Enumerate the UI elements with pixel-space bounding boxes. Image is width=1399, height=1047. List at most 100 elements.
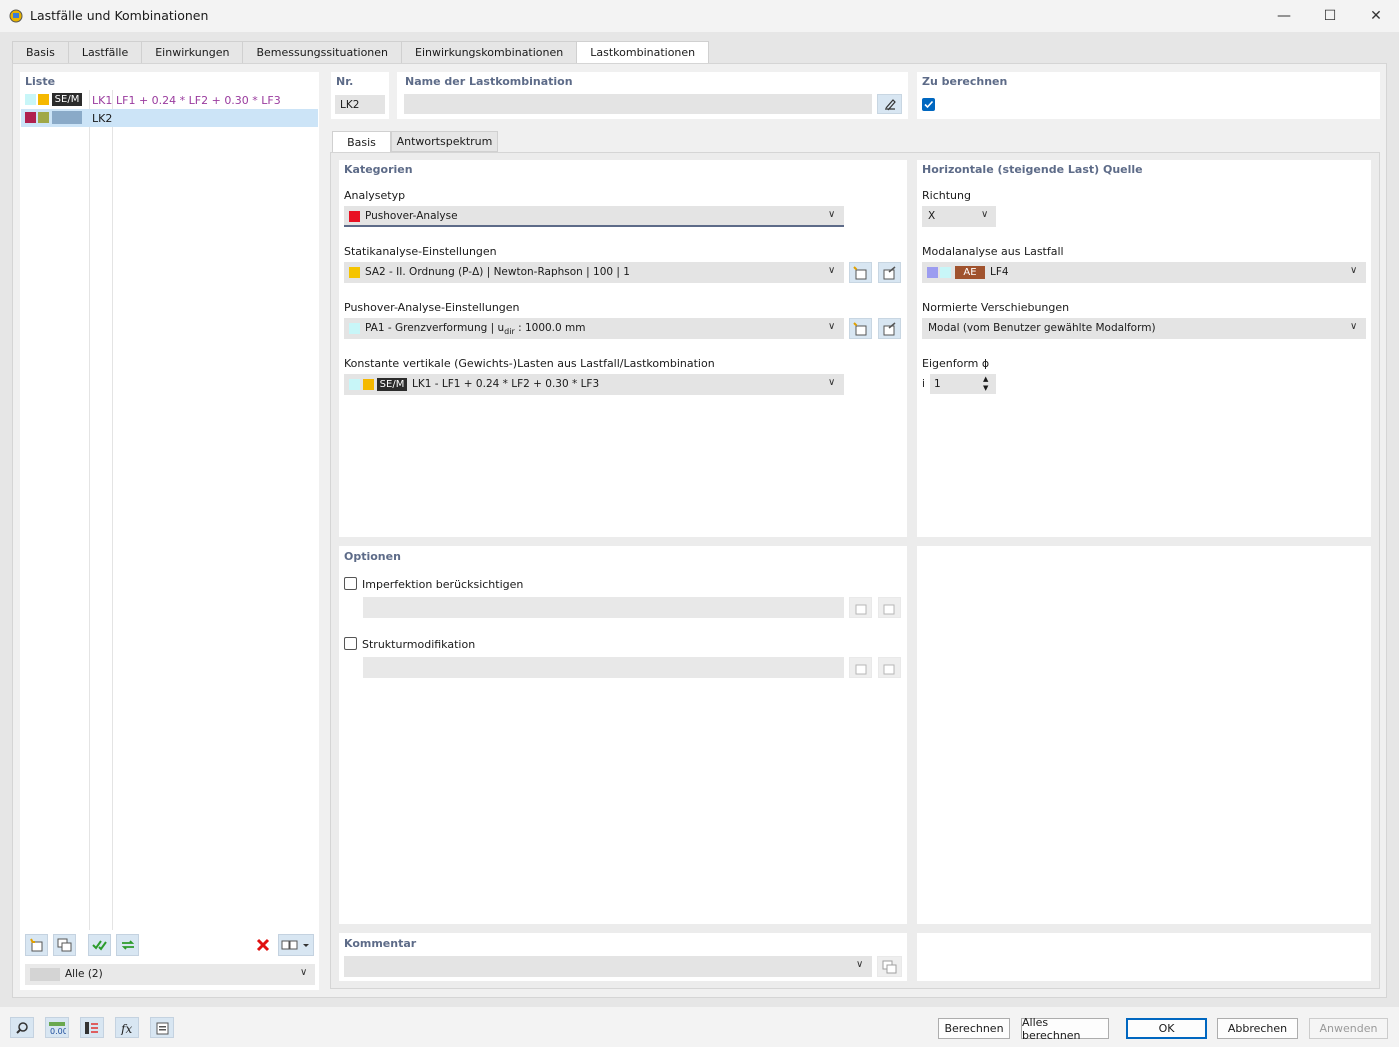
chevron-down-icon: ∨: [981, 209, 989, 220]
category-tag: [52, 111, 82, 124]
category-tag: AE: [955, 266, 985, 279]
color-swatch: [940, 267, 951, 278]
color-swatch: [25, 94, 36, 105]
list-item-selected[interactable]: LK2: [21, 109, 318, 127]
norm-select[interactable]: Modal (vom Benutzer gewählte Modalform) …: [922, 318, 1366, 339]
calc-label: Zu berechnen: [922, 75, 1008, 88]
delete-icon[interactable]: [251, 934, 274, 956]
kommentar-label: Kommentar: [344, 937, 417, 950]
imperfektion-checkbox[interactable]: [344, 577, 357, 590]
category-tag: SE/M: [377, 378, 407, 391]
chevron-down-icon: ∨: [1350, 321, 1358, 332]
color-swatch: [349, 211, 360, 222]
list-item[interactable]: SE/M LK1 LF1 + 0.24 * LF2 + 0.30 * LF3: [21, 91, 318, 108]
spin-down-icon[interactable]: ▼: [983, 384, 988, 392]
search-icon[interactable]: [10, 1017, 34, 1038]
edit-static-icon[interactable]: [878, 262, 901, 283]
list-item-id: LK2: [92, 112, 113, 125]
pushover-value: PA1 - Grenzverformung | udir : 1000.0 mm: [365, 322, 586, 336]
list-filter-select[interactable]: Alle (2) ∨: [25, 964, 315, 985]
minimize-button[interactable]: —: [1261, 0, 1307, 32]
tab-basis[interactable]: Basis: [12, 41, 69, 63]
color-swatch: [25, 112, 36, 123]
check-all-icon[interactable]: [88, 934, 111, 956]
new-pushover-icon[interactable]: [849, 318, 872, 339]
color-swatch: [363, 379, 374, 390]
eigen-label: Eigenform ɸ: [922, 357, 990, 370]
color-swatch: [30, 968, 60, 981]
clipboard-icon[interactable]: [150, 1017, 174, 1038]
richtung-label: Richtung: [922, 189, 971, 202]
struktur-label: Strukturmodifikation: [362, 638, 476, 651]
tab-einwirkungskombinationen[interactable]: Einwirkungskombinationen: [401, 41, 578, 63]
kommentar-copy-icon[interactable]: [877, 956, 902, 977]
subtab-antwortspektrum[interactable]: Antwortspektrum: [391, 131, 498, 152]
chevron-down-icon: ∨: [828, 265, 836, 276]
units-icon[interactable]: 0.00: [45, 1017, 69, 1038]
analysetyp-select[interactable]: Pushover-Analyse ∨: [344, 206, 844, 227]
edit-name-icon[interactable]: [877, 94, 902, 114]
kommentar-input[interactable]: ∨: [344, 956, 872, 977]
toggle-check-icon[interactable]: [116, 934, 139, 956]
const-value: LK1 - LF1 + 0.24 * LF2 + 0.30 * LF3: [412, 378, 600, 390]
optionen-header: Optionen: [344, 550, 401, 563]
tab-lastfaelle[interactable]: Lastfälle: [67, 41, 143, 63]
formula-icon[interactable]: fx: [115, 1017, 139, 1038]
alles-berechnen-button[interactable]: Alles berechnen: [1021, 1016, 1109, 1042]
pushover-value-sub: dir: [504, 327, 515, 337]
imperfektion-label: Imperfektion berücksichtigen: [362, 578, 524, 591]
eigen-value: 1: [934, 378, 941, 390]
list-item-id: LK1: [92, 94, 113, 107]
chevron-down-icon: ∨: [856, 959, 864, 970]
kategorien-header: Kategorien: [344, 163, 413, 176]
edit-pushover-icon[interactable]: [878, 318, 901, 339]
struktur-checkbox[interactable]: [344, 637, 357, 650]
tab-bemessungssituationen[interactable]: Bemessungssituationen: [242, 41, 403, 63]
static-select[interactable]: SA2 - II. Ordnung (P-Δ) | Newton-Raphson…: [344, 262, 844, 283]
chevron-down-icon: ∨: [300, 967, 308, 978]
pushover-select[interactable]: PA1 - Grenzverformung | udir : 1000.0 mm…: [344, 318, 844, 339]
title-bar: [0, 0, 1399, 32]
berechnen-button[interactable]: Berechnen: [938, 1018, 1010, 1039]
nr-label: Nr.: [336, 75, 354, 88]
new-item-icon[interactable]: [25, 934, 48, 956]
tab-lastkombinationen[interactable]: Lastkombinationen: [576, 41, 710, 64]
richtung-value: X: [928, 210, 936, 222]
chevron-down-icon: ∨: [1350, 265, 1358, 276]
calc-checkbox[interactable]: [922, 98, 935, 111]
maximize-button[interactable]: ☐: [1307, 0, 1353, 32]
filter-value: Alle (2): [65, 968, 103, 980]
abbrechen-button[interactable]: Abbrechen: [1217, 1018, 1298, 1039]
richtung-select[interactable]: X ∨: [922, 206, 996, 227]
structure-icon[interactable]: [80, 1017, 104, 1038]
eigen-stepper[interactable]: 1 ▲ ▼: [930, 374, 996, 394]
const-select[interactable]: SE/M LK1 - LF1 + 0.24 * LF2 + 0.30 * LF3…: [344, 374, 844, 395]
ok-button[interactable]: OK: [1126, 1018, 1207, 1039]
svg-text:0.00: 0.00: [50, 1027, 66, 1035]
new-imperfektion-icon: [849, 597, 872, 618]
name-label: Name der Lastkombination: [405, 75, 573, 88]
nr-field: LK2: [335, 95, 385, 114]
list-panel: [20, 72, 319, 990]
subtab-basis[interactable]: Basis: [332, 131, 391, 153]
new-static-icon[interactable]: [849, 262, 872, 283]
category-tag: SE/M: [52, 93, 82, 106]
const-label: Konstante vertikale (Gewichts-)Lasten au…: [344, 357, 715, 370]
close-button[interactable]: ✕: [1353, 0, 1399, 32]
copy-item-icon[interactable]: [53, 934, 76, 956]
eigen-prefix: i: [922, 378, 925, 390]
new-struktur-icon: [849, 657, 872, 678]
edit-imperfektion-icon: [878, 597, 901, 618]
modal-label: Modalanalyse aus Lastfall: [922, 245, 1064, 258]
name-input[interactable]: [404, 94, 872, 114]
edit-struktur-icon: [878, 657, 901, 678]
view-options-icon[interactable]: [278, 934, 314, 956]
tab-einwirkungen[interactable]: Einwirkungen: [141, 41, 244, 63]
spin-up-icon[interactable]: ▲: [983, 375, 988, 383]
modal-select[interactable]: AE LF4 ∨: [922, 262, 1366, 283]
chevron-down-icon: ∨: [828, 321, 836, 332]
color-swatch: [38, 94, 49, 105]
window-title: Lastfälle und Kombinationen: [30, 8, 209, 23]
list-column-divider: [112, 90, 113, 930]
list-item-formula: LF1 + 0.24 * LF2 + 0.30 * LF3: [116, 94, 281, 107]
